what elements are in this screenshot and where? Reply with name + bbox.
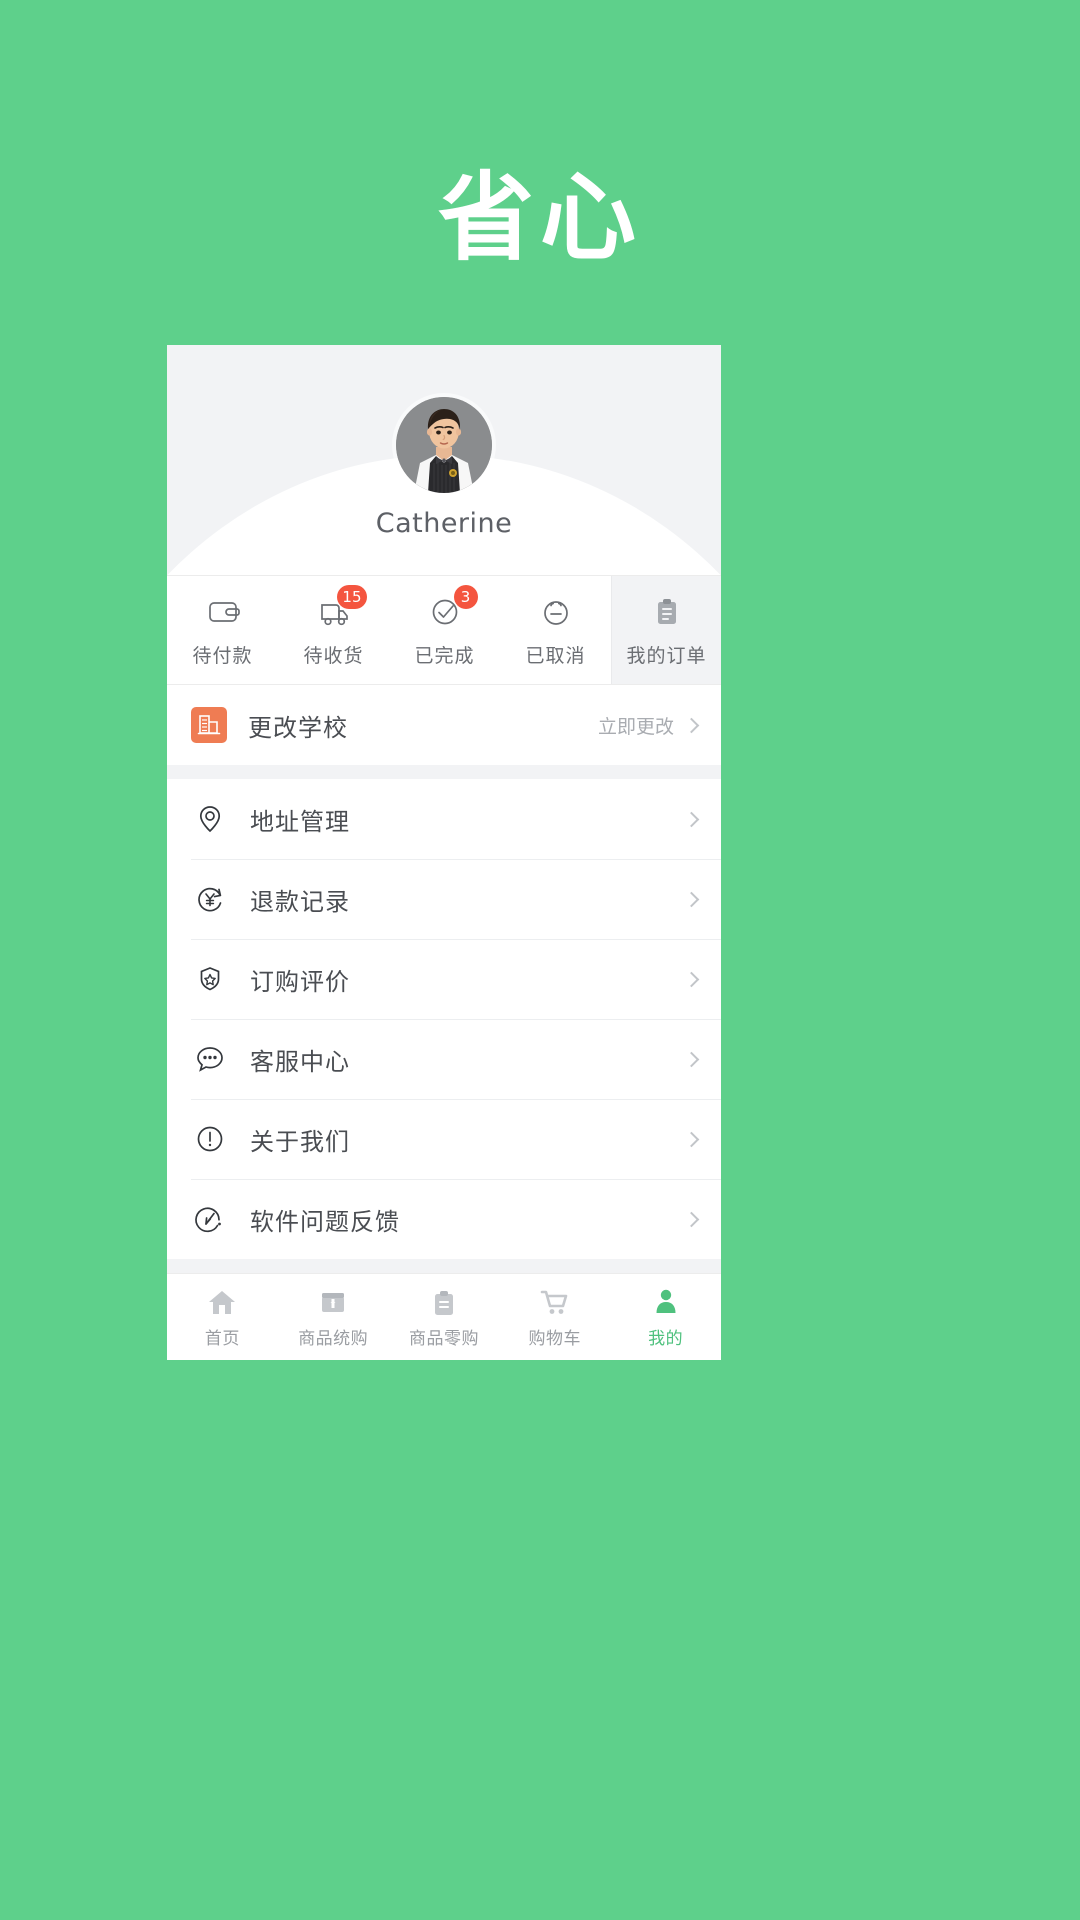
menu-item-refund-records[interactable]: 退款记录 [167, 859, 721, 939]
home-icon [206, 1286, 238, 1318]
menu-item-label: 软件问题反馈 [250, 1207, 400, 1236]
menu-item-software-feedback[interactable]: 软件问题反馈 [167, 1179, 721, 1259]
tab-label: 购物车 [528, 1329, 582, 1349]
tab-label: 商品零购 [408, 1329, 479, 1349]
boy-avatar-photo [396, 397, 492, 493]
app-screen: 省心 Catherine 待付款 15 待收货 3 已完成 已取消 我的订单 更… [0, 0, 1080, 1920]
menu-item-label: 客服中心 [250, 1047, 350, 1076]
person-icon [650, 1286, 682, 1318]
menu-item-label: 地址管理 [250, 807, 350, 836]
order-tab-cancelled[interactable]: 已取消 [500, 576, 611, 684]
tab-retail-purchase[interactable]: 商品零购 [389, 1274, 500, 1360]
chevron-right-icon [683, 1051, 700, 1067]
order-tab-label: 已取消 [525, 645, 586, 667]
location-pin-icon [191, 800, 229, 838]
menu-item-order-reviews[interactable]: 订购评价 [167, 939, 721, 1019]
menu-item-action[interactable] [683, 1131, 700, 1147]
menu-item-action-label: 立即更改 [597, 715, 674, 738]
app-logo-text: 省心 [438, 162, 642, 274]
menu-item-label: 订购评价 [250, 967, 350, 996]
phone-card: Catherine 待付款 15 待收货 3 已完成 已取消 我的订单 更改学校… [167, 345, 721, 1360]
order-badge-count: 15 [337, 585, 367, 609]
menu-item-about-us[interactable]: 关于我们 [167, 1099, 721, 1179]
order-status-bar: 待付款 15 待收货 3 已完成 已取消 我的订单 [167, 575, 721, 685]
group-buy-icon [317, 1286, 349, 1318]
menu-item-change-school[interactable]: 更改学校 立即更改 [167, 685, 721, 765]
tab-label: 我的 [648, 1329, 684, 1349]
tab-label: 首页 [204, 1329, 240, 1349]
chevron-right-icon [683, 717, 700, 733]
order-tab-label: 我的订单 [626, 645, 707, 667]
menu-item-label: 关于我们 [250, 1127, 350, 1156]
feedback-circle-icon [191, 1200, 229, 1238]
menu-item-label: 更改学校 [248, 713, 348, 742]
badge-star-icon [191, 960, 229, 998]
app-logo: 省心 [0, 170, 1080, 266]
chat-bubble-icon [191, 1040, 229, 1078]
neutral-face-icon [536, 592, 576, 632]
order-tab-my-orders[interactable]: 我的订单 [611, 576, 721, 684]
tab-label: 商品统购 [298, 1329, 369, 1349]
tab-shopping-cart[interactable]: 购物车 [499, 1274, 610, 1360]
check-circle-icon: 3 [425, 585, 478, 632]
chevron-right-icon [683, 971, 700, 987]
retail-buy-icon [428, 1286, 460, 1318]
chevron-right-icon [683, 811, 700, 827]
order-tab-label: 已完成 [414, 645, 475, 667]
order-tab-pending-payment[interactable]: 待付款 [167, 576, 278, 684]
menu-item-label: 退款记录 [250, 887, 350, 916]
tab-group-purchase[interactable]: 商品统购 [278, 1274, 389, 1360]
menu-item-customer-service[interactable]: 客服中心 [167, 1019, 721, 1099]
info-circle-icon [191, 1120, 229, 1158]
order-tab-label: 待收货 [303, 645, 364, 667]
menu-list: 更改学校 立即更改 地址管理 退款记录 订购评价 客服中心 关于我们 软件问题反… [167, 685, 721, 1273]
profile-username: Catherine [375, 508, 513, 539]
bottom-tab-bar: 首页 商品统购 商品零购 购物车 我的 [167, 1273, 721, 1360]
chevron-right-icon [683, 1211, 700, 1227]
menu-item-address-management[interactable]: 地址管理 [167, 779, 721, 859]
avatar[interactable] [396, 397, 492, 493]
school-building-icon [191, 707, 227, 743]
menu-item-action[interactable] [683, 971, 700, 987]
shopping-cart-icon [539, 1286, 571, 1318]
order-badge-count: 3 [453, 585, 478, 609]
menu-item-action[interactable]: 立即更改 [597, 712, 700, 739]
chevron-right-icon [683, 891, 700, 907]
order-tab-completed[interactable]: 3 已完成 [389, 576, 500, 684]
order-tab-label: 待付款 [192, 645, 253, 667]
wallet-icon [203, 592, 243, 632]
tab-mine[interactable]: 我的 [610, 1274, 721, 1360]
tab-home[interactable]: 首页 [167, 1274, 278, 1360]
clipboard-icon [647, 592, 687, 632]
profile-header: Catherine [167, 345, 721, 575]
menu-item-action[interactable] [683, 811, 700, 827]
menu-item-action[interactable] [683, 891, 700, 907]
menu-item-action[interactable] [683, 1211, 700, 1227]
truck-icon: 15 [314, 585, 367, 632]
order-tab-pending-receipt[interactable]: 15 待收货 [278, 576, 389, 684]
section-divider [167, 765, 721, 779]
menu-item-action[interactable] [683, 1051, 700, 1067]
refund-yuan-icon [191, 880, 229, 918]
chevron-right-icon [683, 1131, 700, 1147]
section-divider-bottom [167, 1259, 721, 1273]
